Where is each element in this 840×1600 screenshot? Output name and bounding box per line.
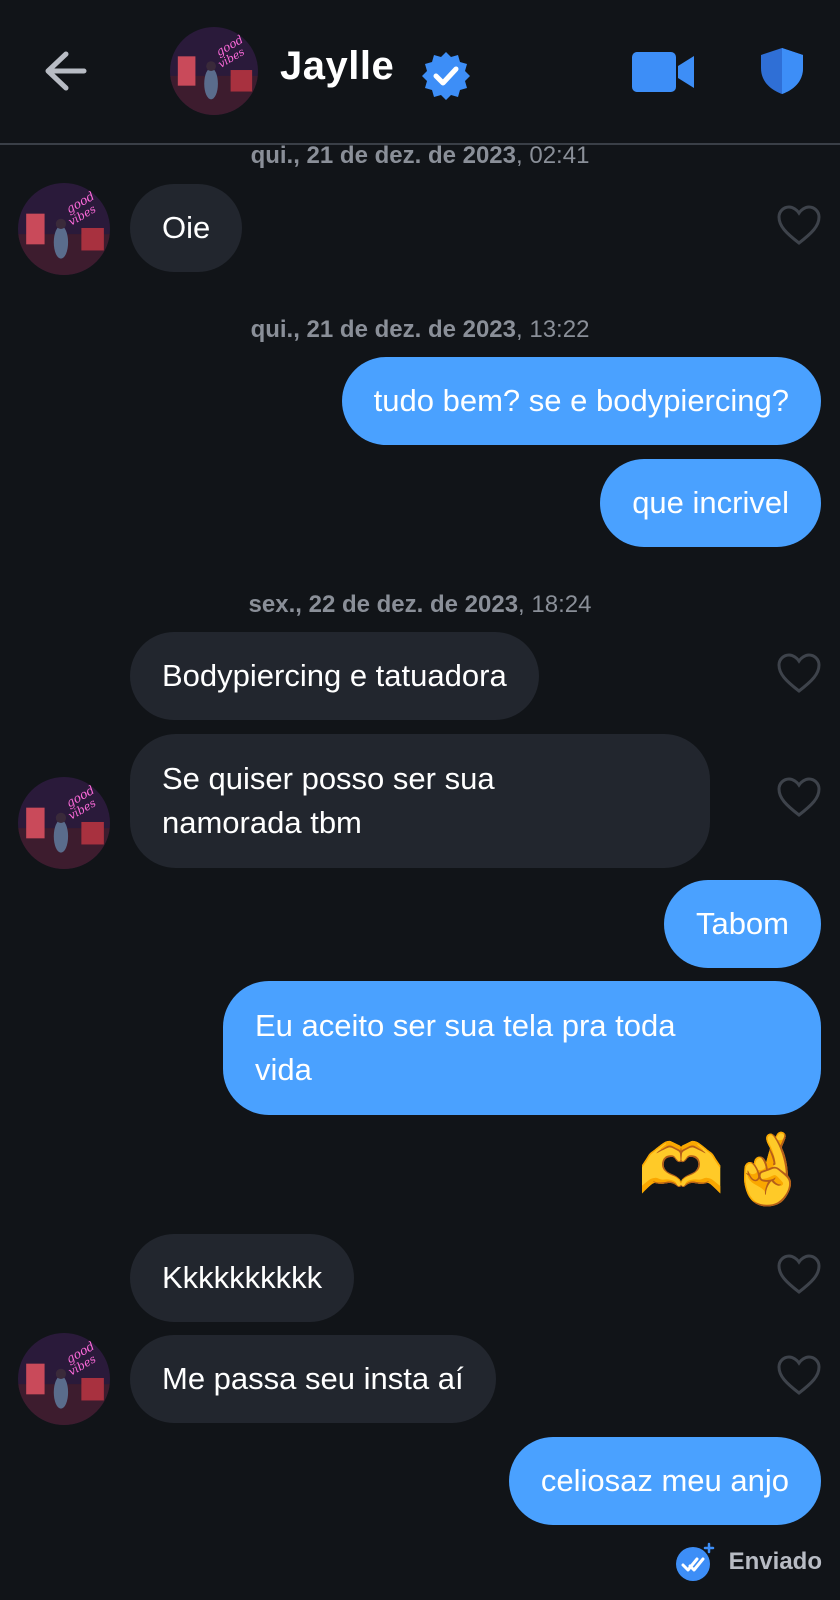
sender-avatar[interactable]: good vibes — [18, 777, 110, 869]
shield-icon — [761, 48, 803, 94]
avatar-image: good vibes — [18, 183, 110, 275]
message-bubble-incoming[interactable]: Oie — [130, 184, 243, 272]
like-button[interactable] — [776, 1354, 822, 1396]
like-button[interactable] — [776, 776, 822, 818]
message-bubble-incoming[interactable]: Kkkkkkkkkk — [130, 1234, 355, 1322]
avatar-image: good vibes — [170, 27, 258, 115]
status-label: Enviado — [728, 1548, 822, 1575]
message-text-line: namorada tbm — [162, 805, 362, 840]
message-bubble-outgoing[interactable]: Tabom — [663, 880, 821, 968]
date-separator: sex., 22 de dez. de 2023, 18:24 — [0, 591, 840, 619]
message-text: Me passa seu insta aí — [162, 1361, 464, 1396]
safety-button[interactable] — [758, 46, 806, 96]
message-text: Kkkkkkkkkk — [162, 1260, 323, 1295]
message-text-line: Eu aceito ser sua tela pra toda — [255, 1008, 676, 1043]
message-bubble-incoming[interactable]: Bodypiercing e tatuadora — [130, 632, 539, 720]
arrow-left-icon — [45, 51, 87, 91]
heart-icon — [777, 777, 821, 817]
message-bubble-outgoing[interactable]: tudo bem? se e bodypiercing? — [341, 357, 821, 445]
date-separator: qui., 21 de dez. de 2023, 13:22 — [0, 316, 840, 344]
like-button[interactable] — [776, 652, 822, 694]
double-check-icon — [675, 1542, 714, 1581]
message-text: Tabom — [695, 906, 789, 941]
contact-avatar[interactable]: good vibes — [170, 27, 258, 115]
message-bubble-outgoing[interactable]: Eu aceito ser sua tela pra toda vida — [223, 981, 821, 1115]
verified-badge-icon — [420, 50, 472, 102]
message-text: que incrivel — [632, 485, 789, 520]
video-call-button[interactable] — [630, 50, 698, 94]
sender-avatar[interactable]: good vibes — [18, 183, 110, 275]
heart-icon — [777, 1254, 821, 1294]
emoji-text: 🫶🤞 — [637, 1130, 812, 1208]
message-text-line: vida — [255, 1052, 312, 1087]
time-label: , 13:22 — [516, 316, 590, 343]
date-label: qui., 21 de dez. de 2023 — [250, 316, 517, 343]
date-label: qui., 21 de dez. de 2023 — [250, 142, 517, 169]
message-bubble-outgoing[interactable]: que incrivel — [600, 459, 821, 547]
message-bubble-incoming[interactable]: Me passa seu insta aí — [130, 1335, 496, 1423]
chat-header: good vibes Jaylle — [0, 0, 840, 145]
sender-avatar[interactable]: good vibes — [18, 1333, 110, 1425]
message-text: tudo bem? se e bodypiercing? — [373, 383, 789, 418]
date-separator: qui., 21 de dez. de 2023, 02:41 — [0, 142, 840, 170]
time-label: , 02:41 — [516, 142, 590, 169]
heart-icon — [777, 1355, 821, 1395]
contact-name[interactable]: Jaylle — [280, 44, 394, 89]
message-text: Bodypiercing e tatuadora — [162, 658, 507, 693]
avatar-image: good vibes — [18, 777, 110, 869]
emoji-message[interactable]: 🫶🤞 — [638, 1124, 812, 1214]
heart-icon — [777, 205, 821, 245]
heart-icon — [777, 653, 821, 693]
message-bubble-outgoing[interactable]: celiosaz meu anjo — [508, 1437, 821, 1525]
avatar-image: good vibes — [18, 1333, 110, 1425]
like-button[interactable] — [776, 204, 822, 246]
like-button[interactable] — [776, 1253, 822, 1295]
date-label: sex., 22 de dez. de 2023 — [248, 591, 519, 618]
back-button[interactable] — [40, 48, 90, 94]
message-text: Oie — [162, 210, 211, 245]
video-camera-icon — [632, 52, 694, 92]
time-label: , 18:24 — [518, 591, 592, 618]
message-text-line: Se quiser posso ser sua — [162, 761, 495, 796]
message-bubble-incoming[interactable]: Se quiser posso ser sua namorada tbm — [130, 734, 710, 868]
delivery-status: Enviado — [675, 1542, 822, 1582]
message-text: celiosaz meu anjo — [540, 1463, 789, 1498]
